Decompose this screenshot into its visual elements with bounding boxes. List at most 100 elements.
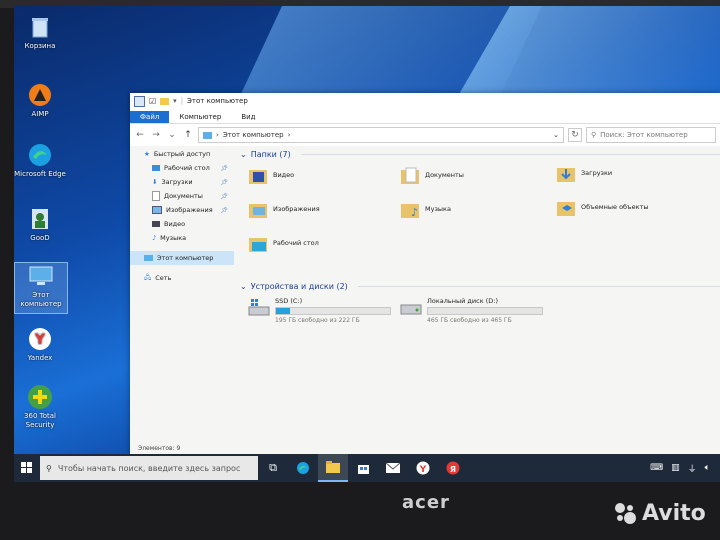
drive-label: Локальный диск (D:) — [427, 297, 498, 305]
up-arrow-icon[interactable]: ↑ — [182, 130, 194, 140]
store-icon — [357, 464, 369, 474]
address-dropdown-icon[interactable]: ⌄ — [553, 131, 559, 139]
svg-text:Y: Y — [419, 465, 427, 475]
volume-icon[interactable]: 🔈︎ — [705, 463, 710, 473]
folder-3d-objects[interactable]: Объемные объекты — [556, 197, 649, 217]
desktop-icon-edge[interactable]: Microsoft Edge — [14, 142, 66, 179]
quick-access-dropdown-icon[interactable]: ▾ — [173, 97, 177, 105]
tab-view[interactable]: Вид — [231, 111, 265, 123]
address-bar[interactable]: › Этот компьютер › ⌄ — [198, 127, 564, 143]
documents-folder-icon — [400, 165, 420, 185]
folder-music[interactable]: ♪ Музыка — [400, 199, 451, 219]
search-icon: ⚲ — [46, 463, 52, 473]
taskbar-store-button[interactable] — [348, 454, 378, 482]
task-view-button[interactable]: ⧉ — [258, 454, 288, 482]
keyboard-icon[interactable]: ⌨ — [650, 463, 663, 473]
folder-label: Музыка — [425, 205, 451, 213]
desktop-icon-label: Корзина — [24, 42, 56, 50]
nav-item-desktop[interactable]: Рабочий стол 📌︎ — [130, 161, 234, 175]
desktop-icon-good[interactable]: GooD — [14, 206, 66, 243]
windows-logo-icon — [21, 462, 32, 473]
taskbar-edge-button[interactable] — [288, 454, 318, 482]
tab-computer[interactable]: Компьютер — [169, 111, 231, 123]
nav-item-music[interactable]: ♪ Музыка — [130, 231, 234, 245]
nav-quick-access[interactable]: ★ Быстрый доступ — [130, 147, 234, 161]
taskbar-mail-button[interactable] — [378, 454, 408, 482]
task-view-icon: ⧉ — [269, 461, 277, 474]
nav-item-pictures[interactable]: Изображения 📌︎ — [130, 203, 234, 217]
desktop-icon-recycle-bin[interactable]: Корзина — [14, 14, 66, 51]
desktop-icon-yandex[interactable]: Y Yandex — [14, 326, 66, 363]
forward-arrow-icon[interactable]: → — [150, 130, 162, 140]
taskbar: ⚲ Чтобы начать поиск, введите здесь запр… — [14, 454, 720, 482]
music-icon: ♪ — [152, 234, 157, 242]
acer-logo: acer — [402, 492, 450, 513]
folder-label: Объемные объекты — [581, 203, 649, 211]
yandex-icon: Y — [416, 461, 430, 475]
folder-desktop[interactable]: Рабочий стол — [248, 233, 319, 253]
windows-drive-icon — [248, 297, 270, 324]
nav-network[interactable]: 🖧︎ Сеть — [130, 271, 234, 285]
taskbar-yandex-browser-button[interactable]: Я — [438, 454, 468, 482]
nav-item-videos[interactable]: Видео — [130, 217, 234, 231]
drive-d[interactable]: Локальный диск (D:) 465 ГБ свободно из 4… — [400, 297, 543, 324]
desktop-icon-label: Microsoft Edge — [14, 170, 66, 178]
taskbar-explorer-button[interactable] — [318, 454, 348, 482]
desktop-icon-360[interactable]: 360 Total Security — [14, 384, 66, 430]
devices-group-header[interactable]: ⌄ Устройства и диски (2) — [238, 279, 720, 293]
refresh-icon[interactable]: ↻ — [568, 128, 582, 142]
yandex-icon: Y — [27, 326, 53, 352]
video-icon — [152, 221, 160, 227]
tab-file[interactable]: Файл — [130, 111, 170, 123]
folder-pictures[interactable]: Изображения — [248, 199, 320, 219]
drive-c[interactable]: SSD (C:) 195 ГБ свободно из 222 ГБ — [248, 297, 391, 324]
pin-icon: 📌︎ — [220, 178, 228, 186]
music-folder-icon: ♪ — [400, 199, 420, 219]
taskbar-yandex-button[interactable]: Y — [408, 454, 438, 482]
nav-item-documents[interactable]: Документы 📌︎ — [130, 189, 234, 203]
recent-dropdown-icon[interactable]: ⌄ — [166, 130, 178, 140]
desktop-icon-aimp[interactable]: AIMP — [14, 82, 66, 119]
breadcrumb-chevron-icon[interactable]: › — [288, 131, 291, 139]
svg-text:♪: ♪ — [411, 206, 418, 219]
folder-documents[interactable]: Документы — [400, 165, 464, 185]
nav-label: Быстрый доступ — [153, 150, 211, 158]
chevron-down-icon: ⌄ — [240, 281, 247, 291]
nav-item-downloads[interactable]: ⬇ Загрузки 📌︎ — [130, 175, 234, 189]
divider — [300, 153, 720, 155]
picture-icon — [152, 206, 162, 214]
back-arrow-icon[interactable]: ← — [134, 130, 146, 140]
content-pane: ⌄ Папки (7) Видео Документы Загрузки Изо… — [238, 147, 720, 442]
start-button[interactable] — [14, 454, 40, 482]
usb-icon[interactable]: ⏚ — [688, 462, 697, 475]
breadcrumb[interactable]: Этот компьютер — [223, 131, 284, 139]
system-tray: ⌨ ▥ ⏚ 🔈︎ — [650, 462, 720, 475]
this-pc-icon — [28, 263, 54, 289]
taskbar-search-box[interactable]: ⚲ Чтобы начать поиск, введите здесь запр… — [40, 456, 258, 480]
breadcrumb-chevron-icon: › — [216, 131, 219, 139]
folder-downloads[interactable]: Загрузки — [556, 163, 612, 183]
ribbon-tabs: Файл Компьютер Вид — [130, 109, 720, 124]
properties-check-icon[interactable]: ☑ — [149, 97, 156, 106]
search-input[interactable]: ⚲ Поиск: Этот компьютер — [586, 127, 716, 143]
desktop-icon-label: Этот компьютер — [20, 291, 62, 308]
navigation-pane: ★ Быстрый доступ Рабочий стол 📌︎ ⬇ Загру… — [130, 147, 234, 442]
this-pc-small-icon — [144, 255, 153, 261]
folders-group-header[interactable]: ⌄ Папки (7) — [238, 147, 720, 161]
title-separator: | — [180, 97, 184, 105]
desktop-icon-label: 360 Total Security — [24, 412, 56, 429]
network-icon[interactable]: ▥ — [671, 463, 680, 473]
drive-label: SSD (C:) — [275, 297, 303, 305]
network-icon: 🖧︎ — [144, 272, 152, 281]
svg-text:Я: Я — [450, 465, 456, 474]
svg-text:Y: Y — [34, 332, 46, 348]
new-folder-icon[interactable] — [160, 97, 170, 105]
desktop-icon-this-pc[interactable]: Этот компьютер — [14, 262, 68, 314]
folder-label: Документы — [425, 171, 464, 179]
downloads-folder-icon — [556, 163, 576, 183]
folder-label: Видео — [273, 171, 295, 179]
nav-this-pc[interactable]: Этот компьютер — [130, 251, 234, 265]
folder-videos[interactable]: Видео — [248, 165, 294, 185]
drive-free-space: 195 ГБ свободно из 222 ГБ — [275, 317, 360, 324]
desktop-folder-icon — [152, 165, 160, 171]
